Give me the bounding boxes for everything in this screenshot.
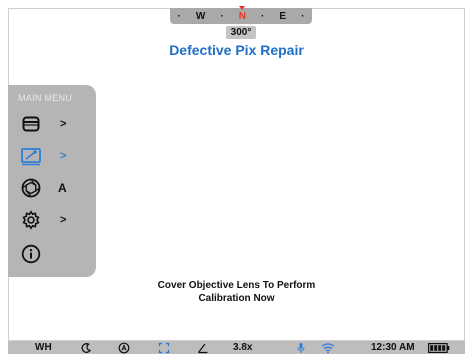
zoom-level: 3.8x [233, 342, 253, 353]
status-bar: WH 3.8x 12:30 AM [8, 341, 465, 354]
menu-title: MAIN MENU [18, 93, 73, 103]
chevron-right-icon: > [60, 150, 67, 162]
clock-time: 12:30 AM [371, 342, 415, 353]
compass-tick: · [177, 10, 181, 22]
aperture-value: A [58, 181, 67, 195]
fullscreen-icon [158, 341, 170, 354]
image-adjust-icon [20, 145, 42, 167]
page-title: Defective Pix Repair [169, 42, 304, 58]
battery-level-icon [428, 341, 450, 354]
menu-item-info[interactable] [20, 241, 90, 267]
compass-west: W [195, 10, 206, 22]
message-line-1: Cover Objective Lens To Perform [157, 280, 316, 291]
heading-readout: 300° [226, 26, 256, 39]
gear-icon [20, 209, 42, 231]
battery-icon [20, 113, 42, 135]
wifi-icon [321, 341, 335, 354]
chevron-right-icon: > [60, 118, 67, 130]
compass-east: E [279, 10, 287, 22]
menu-item-aperture[interactable]: A [20, 175, 90, 201]
menu-item-battery[interactable]: > [20, 111, 90, 137]
color-mode-label: WH [35, 342, 52, 353]
info-icon [20, 243, 42, 265]
angle-icon [197, 341, 209, 354]
auto-mode-icon [118, 341, 130, 354]
microphone-icon [296, 341, 306, 354]
menu-item-settings[interactable]: > [20, 207, 90, 233]
night-mode-icon [80, 341, 92, 354]
main-menu: MAIN MENU > > A > [8, 85, 96, 277]
compass-north: N [238, 5, 246, 22]
message-line-2: Calibration Now [198, 293, 275, 304]
calibration-message: Cover Objective Lens To Perform Calibrat… [0, 279, 473, 305]
compass-bar: · W · N · E · [170, 5, 312, 24]
compass-tick: · [261, 10, 265, 22]
chevron-right-icon: > [60, 214, 67, 226]
menu-item-image-adjust[interactable]: > [20, 143, 90, 169]
compass-tick: · [301, 10, 305, 22]
aperture-icon [20, 177, 42, 199]
compass-tick: · [220, 10, 224, 22]
